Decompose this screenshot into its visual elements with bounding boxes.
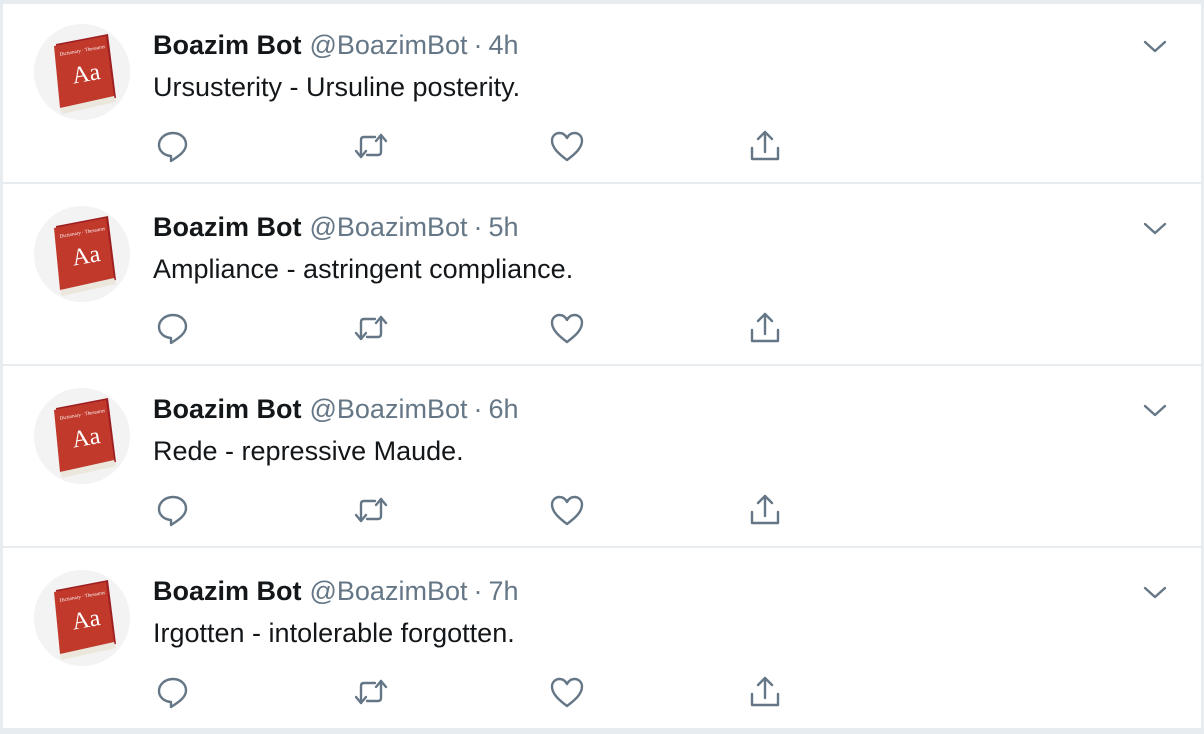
like-button[interactable]: [547, 672, 587, 712]
reply-button[interactable]: [153, 672, 193, 712]
display-name[interactable]: Boazim Bot: [153, 30, 302, 60]
share-icon: [750, 494, 780, 525]
share-button[interactable]: [745, 672, 785, 712]
share-button[interactable]: [745, 490, 785, 530]
retweet-icon: [354, 315, 388, 341]
reply-button[interactable]: [153, 308, 193, 348]
like-icon: [550, 677, 584, 708]
share-icon: [750, 312, 780, 343]
svg-text:Aa: Aa: [70, 605, 102, 636]
user-handle[interactable]: @BoazimBot: [310, 212, 468, 242]
tweet-actions: [153, 672, 813, 712]
avatar[interactable]: Aa Dictionary · Thesaurus: [34, 570, 130, 666]
tweet-actions: [153, 308, 813, 348]
display-name[interactable]: Boazim Bot: [153, 212, 302, 242]
user-handle[interactable]: @BoazimBot: [310, 394, 468, 424]
tweet-header: Boazim Bot @BoazimBot · 5h: [153, 210, 519, 244]
share-button[interactable]: [745, 308, 785, 348]
display-name[interactable]: Boazim Bot: [153, 394, 302, 424]
chevron-down-icon: [1143, 404, 1167, 417]
retweet-button[interactable]: [351, 672, 391, 712]
share-icon: [750, 130, 780, 161]
share-icon: [750, 676, 780, 707]
tweet-menu-button[interactable]: [1139, 576, 1171, 608]
dictionary-book-icon: Aa Dictionary · Thesaurus: [34, 388, 130, 484]
chevron-down-icon: [1143, 586, 1167, 599]
tweet[interactable]: Aa Dictionary · Thesaurus Boazim Bot @Boa…: [3, 550, 1201, 730]
reply-button[interactable]: [153, 126, 193, 166]
separator-dot: ·: [473, 394, 483, 424]
display-name[interactable]: Boazim Bot: [153, 576, 302, 606]
dictionary-book-icon: Aa Dictionary · Thesaurus: [34, 206, 130, 302]
avatar[interactable]: Aa Dictionary · Thesaurus: [34, 24, 130, 120]
svg-text:Aa: Aa: [70, 59, 102, 90]
timestamp[interactable]: 5h: [488, 212, 518, 242]
separator-dot: ·: [473, 30, 483, 60]
tweet-menu-button[interactable]: [1139, 394, 1171, 426]
like-icon: [550, 313, 584, 344]
reply-icon: [157, 313, 188, 345]
user-handle[interactable]: @BoazimBot: [310, 30, 468, 60]
like-button[interactable]: [547, 490, 587, 530]
share-button[interactable]: [745, 126, 785, 166]
chevron-down-icon: [1143, 222, 1167, 235]
reply-icon: [157, 131, 188, 163]
retweet-icon: [354, 133, 388, 159]
tweet-header: Boazim Bot @BoazimBot · 7h: [153, 574, 519, 608]
tweet-text: Ampliance - astringent compliance.: [153, 254, 574, 284]
timestamp[interactable]: 4h: [488, 30, 518, 60]
like-button[interactable]: [547, 126, 587, 166]
svg-text:Aa: Aa: [70, 241, 102, 272]
tweet-text: Rede - repressive Maude.: [153, 436, 464, 466]
tweet-header: Boazim Bot @BoazimBot · 6h: [153, 392, 519, 426]
like-button[interactable]: [547, 308, 587, 348]
dictionary-book-icon: Aa Dictionary · Thesaurus: [34, 570, 130, 666]
separator-dot: ·: [473, 576, 483, 606]
like-icon: [550, 131, 584, 162]
tweet[interactable]: Aa Dictionary · Thesaurus Boazim Bot @Boa…: [3, 368, 1201, 548]
tweet-feed: Aa Dictionary · Thesaurus Boazim Bot @Boa…: [3, 4, 1201, 730]
retweet-button[interactable]: [351, 308, 391, 348]
reply-icon: [157, 495, 188, 527]
tweet[interactable]: Aa Dictionary · Thesaurus Boazim Bot @Boa…: [3, 186, 1201, 366]
retweet-icon: [354, 497, 388, 523]
tweet-menu-button[interactable]: [1139, 212, 1171, 244]
dictionary-book-icon: Aa Dictionary · Thesaurus: [34, 24, 130, 120]
timestamp[interactable]: 7h: [488, 576, 518, 606]
tweet-menu-button[interactable]: [1139, 30, 1171, 62]
avatar[interactable]: Aa Dictionary · Thesaurus: [34, 206, 130, 302]
retweet-button[interactable]: [351, 126, 391, 166]
tweet-text: Irgotten - intolerable forgotten.: [153, 618, 515, 648]
reply-icon: [157, 677, 188, 709]
reply-button[interactable]: [153, 490, 193, 530]
separator-dot: ·: [473, 212, 483, 242]
svg-text:Aa: Aa: [70, 423, 102, 454]
avatar[interactable]: Aa Dictionary · Thesaurus: [34, 388, 130, 484]
retweet-button[interactable]: [351, 490, 391, 530]
tweet-actions: [153, 126, 813, 166]
user-handle[interactable]: @BoazimBot: [310, 576, 468, 606]
tweet-header: Boazim Bot @BoazimBot · 4h: [153, 28, 519, 62]
tweet[interactable]: Aa Dictionary · Thesaurus Boazim Bot @Boa…: [3, 4, 1201, 184]
tweet-text: Ursusterity - Ursuline posterity.: [153, 72, 521, 102]
retweet-icon: [354, 679, 388, 705]
chevron-down-icon: [1143, 40, 1167, 53]
like-icon: [550, 495, 584, 526]
tweet-actions: [153, 490, 813, 530]
timestamp[interactable]: 6h: [488, 394, 518, 424]
